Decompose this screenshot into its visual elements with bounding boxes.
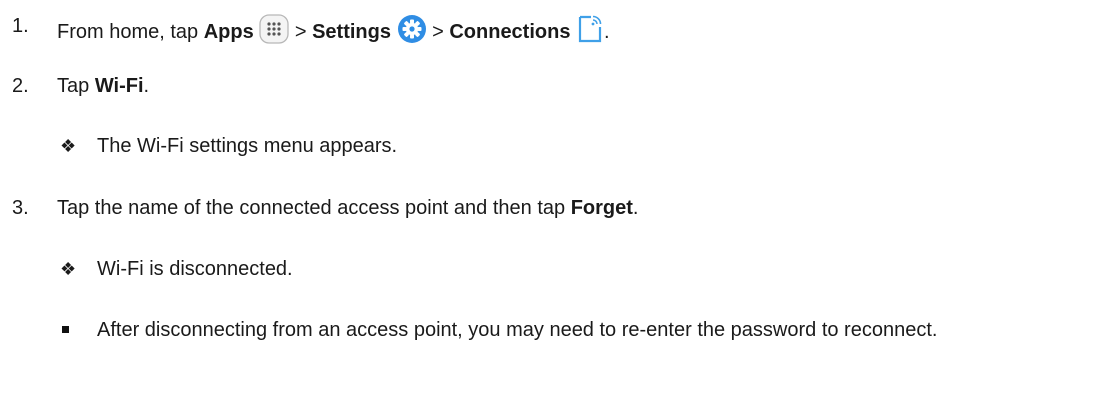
forget-label: Forget — [570, 197, 633, 219]
diamond-bullet-icon: ❖ — [60, 259, 77, 279]
apps-grid-icon — [259, 14, 289, 50]
note-text: After disconnecting from an access point… — [97, 319, 938, 341]
step-number: 3. — [12, 197, 29, 219]
wifi-label: Wi-Fi — [94, 75, 144, 97]
settings-gear-icon — [397, 14, 427, 50]
connections-label: Connections — [449, 21, 571, 43]
diamond-bullet-icon: ❖ — [60, 136, 77, 156]
step-3-note: After disconnecting from an access point… — [0, 318, 1096, 382]
result-text: Wi-Fi is disconnected. — [97, 258, 293, 280]
step-text: Tap Wi-Fi. — [57, 75, 150, 97]
apps-label: Apps — [203, 21, 254, 43]
connections-icon — [576, 14, 604, 50]
square-bullet-icon — [62, 326, 69, 333]
step-text: Tap the name of the connected access poi… — [57, 197, 639, 219]
step-number: 1. — [12, 15, 29, 37]
settings-label: Settings — [312, 21, 391, 43]
result-text: The Wi-Fi settings menu appears. — [97, 135, 398, 157]
step-number: 2. — [12, 75, 29, 97]
step-text: From home, tap Apps > Settings > Connect… — [57, 14, 610, 50]
